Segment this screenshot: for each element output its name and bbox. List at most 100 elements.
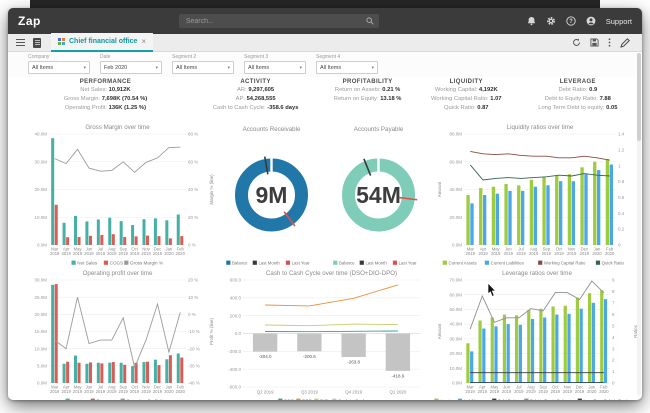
svg-text:2020: 2020 xyxy=(176,251,186,256)
svg-text:30.0M: 30.0M xyxy=(34,159,47,164)
svg-text:Operating profit over time: Operating profit over time xyxy=(83,270,153,277)
svg-text:1.4: 1.4 xyxy=(618,132,625,137)
svg-text:Quick Ratio: Quick Ratio xyxy=(602,261,625,266)
mouse-cursor xyxy=(487,283,498,298)
edit-pencil-icon[interactable] xyxy=(620,38,630,48)
svg-text:2019: 2019 xyxy=(50,389,60,394)
liquidity-ratios-panel[interactable]: Liquidity ratios over time0.0M20.0M40.0M… xyxy=(434,121,640,267)
svg-text:600.0: 600.0 xyxy=(230,278,242,283)
svg-text:20 %: 20 % xyxy=(188,215,198,220)
vertical-scrollbar[interactable] xyxy=(637,53,641,396)
save-icon[interactable] xyxy=(590,38,599,47)
kpi-row: Cash to Cash Cycle: -358.6 days xyxy=(189,104,322,113)
svg-text:2019: 2019 xyxy=(466,251,476,256)
svg-text:20.0M: 20.0M xyxy=(449,351,462,356)
accounts-receivable-donut[interactable]: Accounts Receivable9MBalanceLast MonthLa… xyxy=(218,121,325,267)
svg-text:400.0: 400.0 xyxy=(230,295,242,300)
svg-text:-200.6: -200.6 xyxy=(303,354,316,359)
filter-value: All Items xyxy=(248,65,269,71)
liquidity-ratios-chart[interactable]: Liquidity ratios over time0.0M20.0M40.0M… xyxy=(434,121,640,267)
operating-profit-chart[interactable]: Operating profit over time0.0M5.0M10.0M1… xyxy=(24,267,216,400)
kpi-row: Return on Equity: 13.18 % xyxy=(322,95,413,104)
cash-to-cash-chart[interactable]: Cash to Cash Cycle over time (DSO+DIO-DP… xyxy=(218,267,432,400)
scrollbar-thumb[interactable] xyxy=(637,53,641,141)
svg-text:2019: 2019 xyxy=(84,251,94,256)
kpi-row: AR: 9,297,605 xyxy=(189,86,322,95)
gross-margin-chart[interactable]: Gross Margin over time0.0M10.0M20.0M30.0… xyxy=(24,121,216,267)
svg-text:Q2 2019: Q2 2019 xyxy=(257,390,274,395)
chart-gross-margin-panel[interactable]: Gross Margin over time0.0M10.0M20.0M30.0… xyxy=(24,121,216,267)
svg-text:2019: 2019 xyxy=(542,251,552,256)
kpi-title: ACTIVITY xyxy=(189,79,322,85)
chevron-down-icon: ▾ xyxy=(83,65,86,71)
operating-profit-panel[interactable]: Operating profit over time0.0M5.0M10.0M1… xyxy=(24,267,216,400)
tab-close-icon[interactable]: × xyxy=(141,38,146,46)
filter-dropdown[interactable]: All Items ▾ xyxy=(28,61,90,74)
svg-text:2019: 2019 xyxy=(514,389,524,394)
filter-dropdown[interactable]: Feb 2020 ▾ xyxy=(100,61,162,74)
svg-text:2019: 2019 xyxy=(529,251,539,256)
svg-text:2020: 2020 xyxy=(587,389,597,394)
svg-text:2019: 2019 xyxy=(96,251,106,256)
svg-text:2019: 2019 xyxy=(580,251,590,256)
user-icon[interactable] xyxy=(586,16,596,26)
tab-chief-financial-office[interactable]: Chief financial office × xyxy=(51,33,153,52)
svg-text:1: 1 xyxy=(618,163,621,168)
svg-text:-263.8: -263.8 xyxy=(347,360,360,365)
svg-text:Leverage ratios over time: Leverage ratios over time xyxy=(502,270,572,277)
svg-text:Last Year: Last Year xyxy=(399,261,417,266)
document-icon[interactable] xyxy=(33,38,41,48)
svg-text:0.4: 0.4 xyxy=(618,211,625,216)
filter-value: All Items xyxy=(32,65,53,71)
filter-segment-4: Segment 4 All Items ▾ xyxy=(316,54,378,74)
filter-dropdown[interactable]: All Items ▾ xyxy=(316,61,378,74)
svg-text:2019: 2019 xyxy=(478,389,488,394)
svg-text:-200.0: -200.0 xyxy=(228,349,241,354)
svg-text:2019: 2019 xyxy=(141,389,151,394)
refresh-icon[interactable] xyxy=(572,38,581,47)
svg-text:DSO: DSO xyxy=(284,399,294,401)
filter-dropdown[interactable]: All Items ▾ xyxy=(244,61,306,74)
menu-icon[interactable] xyxy=(16,39,25,46)
svg-text:2020: 2020 xyxy=(176,389,186,394)
dashboard-grid-icon xyxy=(58,38,65,45)
svg-text:Accounts Receivable: Accounts Receivable xyxy=(243,126,301,133)
svg-text:Last Month: Last Month xyxy=(365,261,387,266)
kpi-row: Working Capital Ratio: 1.07 xyxy=(413,95,520,104)
svg-text:2019: 2019 xyxy=(84,389,94,394)
svg-text:-10 %: -10 % xyxy=(188,329,200,334)
cash-to-cash-panel[interactable]: Cash to Cash Cycle over time (DSO+DIO-DP… xyxy=(218,267,432,400)
leverage-ratios-panel[interactable]: Leverage ratios over time0.0M10.0M20.0M3… xyxy=(434,267,640,400)
support-link[interactable]: Support xyxy=(606,17,632,26)
search-input[interactable] xyxy=(184,17,366,26)
kpi-activity: ACTIVITYAR: 9,297,605AP: 54,268,555Cash … xyxy=(189,79,322,121)
svg-text:Current Assets: Current Assets xyxy=(449,261,477,266)
svg-text:2019: 2019 xyxy=(130,389,140,394)
help-icon[interactable]: ? xyxy=(566,16,576,26)
kpi-row: Gross Margin: 7,698K (70.54 %) xyxy=(22,95,189,104)
svg-text:2020: 2020 xyxy=(164,389,174,394)
svg-text:Q3 2019: Q3 2019 xyxy=(301,390,318,395)
svg-text:Liquidity ratios over time: Liquidity ratios over time xyxy=(507,124,574,131)
filter-dropdown[interactable]: All Items ▾ xyxy=(172,61,234,74)
accounts-donuts-panel[interactable]: Accounts Receivable9MBalanceLast MonthLa… xyxy=(218,121,432,267)
kpi-row: Net Sales: 10,912K xyxy=(22,86,189,95)
leverage-ratios-chart[interactable]: Leverage ratios over time0.0M10.0M20.0M3… xyxy=(434,267,640,400)
accounts-payable-donut[interactable]: Accounts Payable54MBalanceLast MonthLast… xyxy=(325,121,432,267)
kebab-icon[interactable] xyxy=(608,38,611,47)
search-box[interactable] xyxy=(179,14,379,28)
svg-text:15.0M: 15.0M xyxy=(34,329,47,334)
filter-bar: Company All Items ▾Date Feb 2020 ▾Segmen… xyxy=(8,52,642,77)
filter-value: All Items xyxy=(176,65,197,71)
gear-icon[interactable] xyxy=(546,16,556,26)
svg-text:2019: 2019 xyxy=(502,389,512,394)
svg-text:2019: 2019 xyxy=(61,251,71,256)
svg-text:60.0M: 60.0M xyxy=(449,159,462,164)
svg-text:2019: 2019 xyxy=(538,389,548,394)
svg-text:Margin % (line): Margin % (line) xyxy=(209,174,214,205)
kpi-row: Return on Assets: 0.21 % xyxy=(322,86,413,95)
filter-date: Date Feb 2020 ▾ xyxy=(100,54,162,74)
svg-text:2019: 2019 xyxy=(526,389,536,394)
svg-text:20.0M: 20.0M xyxy=(34,312,47,317)
bell-icon[interactable] xyxy=(527,16,536,26)
